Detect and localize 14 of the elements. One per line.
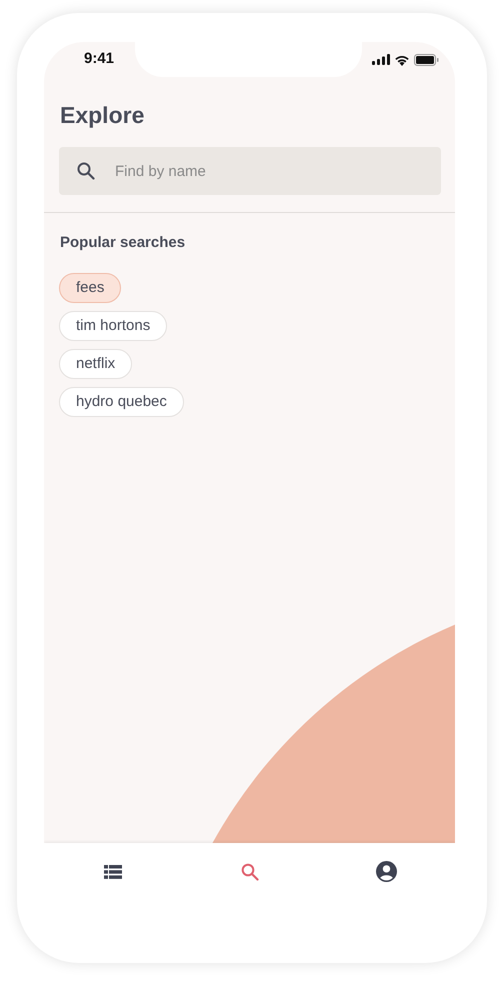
search-chip[interactable]: fees [59, 272, 122, 302]
search-icon[interactable] [240, 862, 258, 880]
signal-icon [372, 54, 390, 65]
status-time: 9:41 [84, 49, 114, 70]
user-icon[interactable] [376, 861, 397, 882]
search-chip[interactable]: tim hortons [59, 310, 168, 340]
section-heading: Popular searches [60, 233, 186, 253]
battery-icon [414, 54, 439, 66]
list-icon[interactable] [104, 864, 122, 880]
search-field[interactable]: Find by name [59, 147, 441, 195]
wifi-icon [394, 54, 410, 66]
search-chip[interactable]: netflix [59, 348, 132, 378]
page-title: Explore [60, 101, 146, 129]
search-chip[interactable]: hydro quebec [59, 386, 184, 416]
